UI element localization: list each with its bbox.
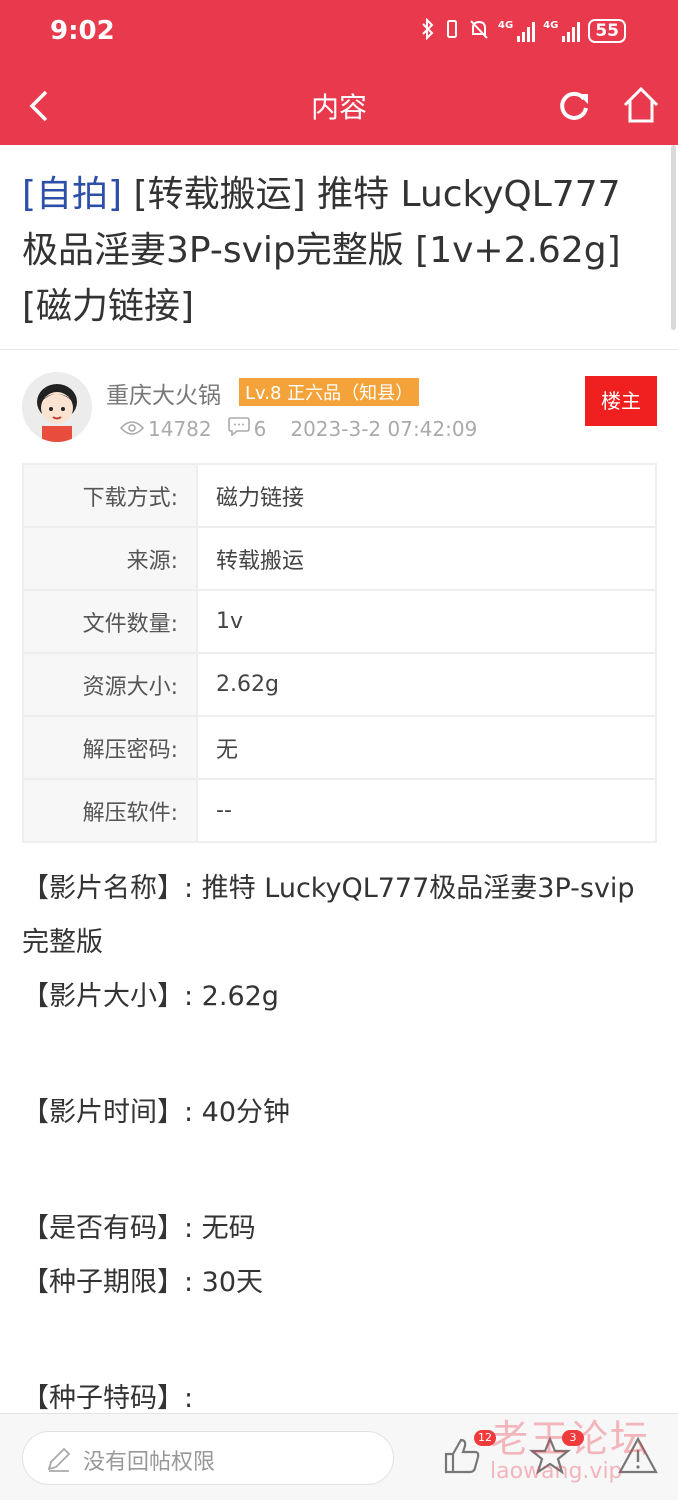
- author-level-badge: Lv.8 正六品（知县）: [239, 378, 420, 406]
- signal-icon-1: 4G: [498, 20, 536, 42]
- bottom-bar: 没有回帖权限 12 3: [0, 1413, 678, 1500]
- body-line-seed-term: 【种子期限】: 30天: [22, 1267, 264, 1298]
- nav-bar: 内容: [0, 66, 678, 145]
- report-button[interactable]: [616, 1434, 660, 1478]
- refresh-icon[interactable]: [554, 86, 594, 126]
- mute-bell-icon: [468, 18, 490, 44]
- table-row: 下载方式: 磁力链接: [22, 463, 657, 528]
- bluetooth-icon: [420, 17, 436, 44]
- view-count: 14782: [148, 416, 212, 441]
- body-line-title: 【影片名称】: 推特 LuckyQL777极品淫妻3P-svip完整版: [22, 873, 635, 958]
- post-meta: 14782 6 2023-3-2 07:42:09: [119, 416, 478, 441]
- post-title: [自拍] [转载搬运] 推特 LuckyQL777极品淫妻3P-svip完整版 …: [0, 145, 678, 349]
- home-icon[interactable]: [620, 84, 662, 126]
- pen-icon: [45, 1445, 73, 1473]
- status-time: 9:02: [50, 16, 115, 46]
- divider: [0, 349, 678, 350]
- favorite-count-badge: 3: [562, 1430, 584, 1446]
- body-line-duration: 【影片时间】: 40分钟: [22, 1097, 291, 1128]
- table-row: 资源大小: 2.62g: [22, 652, 657, 717]
- info-value: 无: [196, 715, 657, 780]
- body-line-censor: 【是否有码】: 无码: [22, 1213, 256, 1244]
- post-datetime: 2023-3-2 07:42:09: [290, 416, 478, 441]
- comment-icon: [227, 416, 250, 441]
- favorite-button[interactable]: 3: [528, 1430, 584, 1478]
- table-row: 文件数量: 1v: [22, 589, 657, 654]
- info-table: 下载方式: 磁力链接 来源: 转载搬运 文件数量: 1v 资源大小: 2.62g 解压密…: [22, 463, 657, 843]
- info-key: 文件数量:: [22, 589, 198, 654]
- info-key: 来源:: [22, 526, 198, 591]
- author-name[interactable]: 重庆大火锅: [106, 376, 221, 410]
- info-value: 1v: [196, 589, 657, 654]
- op-badge: 楼主: [585, 376, 657, 426]
- info-key: 解压密码:: [22, 715, 198, 780]
- battery-icon: 55: [588, 19, 626, 43]
- table-row: 解压软件: --: [22, 778, 657, 843]
- reply-input[interactable]: 没有回帖权限: [22, 1431, 394, 1485]
- info-value: 转载搬运: [196, 526, 657, 591]
- post-content: [自拍] [转载搬运] 推特 LuckyQL777极品淫妻3P-svip完整版 …: [0, 145, 678, 349]
- post-category-tag[interactable]: [自拍]: [22, 174, 122, 215]
- top-bar: 9:02 4G 4G 55 内容: [0, 0, 678, 145]
- vibrate-icon: [444, 18, 460, 44]
- status-bar: 9:02 4G 4G 55: [0, 0, 678, 66]
- info-value: 磁力链接: [196, 463, 657, 528]
- avatar[interactable]: [22, 372, 92, 442]
- reply-count: 6: [253, 416, 267, 441]
- reply-placeholder: 没有回帖权限: [83, 1450, 216, 1475]
- like-button[interactable]: 12: [440, 1430, 496, 1478]
- author-block: 重庆大火锅 Lv.8 正六品（知县） 14782 6 2023-3-2 07:4…: [0, 370, 678, 450]
- info-key: 解压软件:: [22, 778, 198, 843]
- table-row: 解压密码: 无: [22, 715, 657, 780]
- signal-icon-2: 4G: [543, 20, 581, 42]
- info-value: --: [196, 778, 657, 843]
- info-value: 2.62g: [196, 652, 657, 717]
- post-body: 【影片名称】: 推特 LuckyQL777极品淫妻3P-svip完整版 【影片大…: [22, 862, 652, 1426]
- info-key: 下载方式:: [22, 463, 198, 528]
- body-line-size: 【影片大小】: 2.62g: [22, 981, 279, 1012]
- info-key: 资源大小:: [22, 652, 198, 717]
- eye-icon: [119, 417, 145, 441]
- status-icons: 4G 4G 55: [420, 17, 626, 44]
- table-row: 来源: 转载搬运: [22, 526, 657, 591]
- like-count-badge: 12: [474, 1430, 496, 1446]
- scrollbar[interactable]: [671, 145, 676, 330]
